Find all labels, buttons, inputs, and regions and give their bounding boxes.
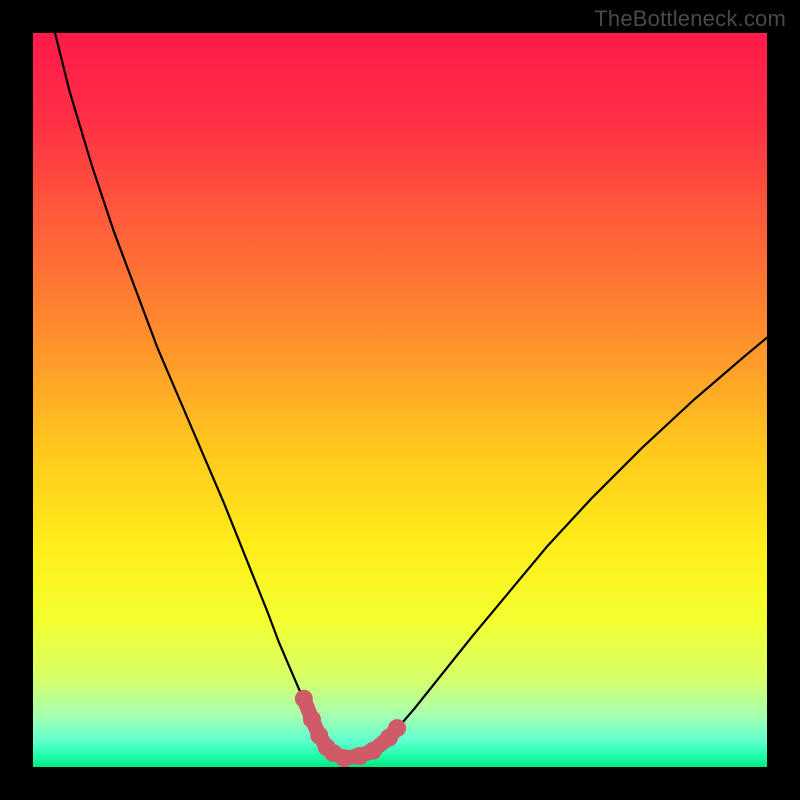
plot-area — [33, 33, 767, 767]
highlight-marker-dot — [295, 690, 313, 708]
chart-frame: TheBottleneck.com — [0, 0, 800, 800]
bottleneck-curve — [55, 33, 767, 759]
highlight-marker-dot — [364, 742, 382, 760]
highlight-marker-dot — [303, 710, 321, 728]
highlight-marker-dot — [335, 749, 353, 767]
plot-svg — [33, 33, 767, 767]
highlight-marker-dot — [388, 719, 406, 737]
watermark-text: TheBottleneck.com — [594, 6, 786, 32]
